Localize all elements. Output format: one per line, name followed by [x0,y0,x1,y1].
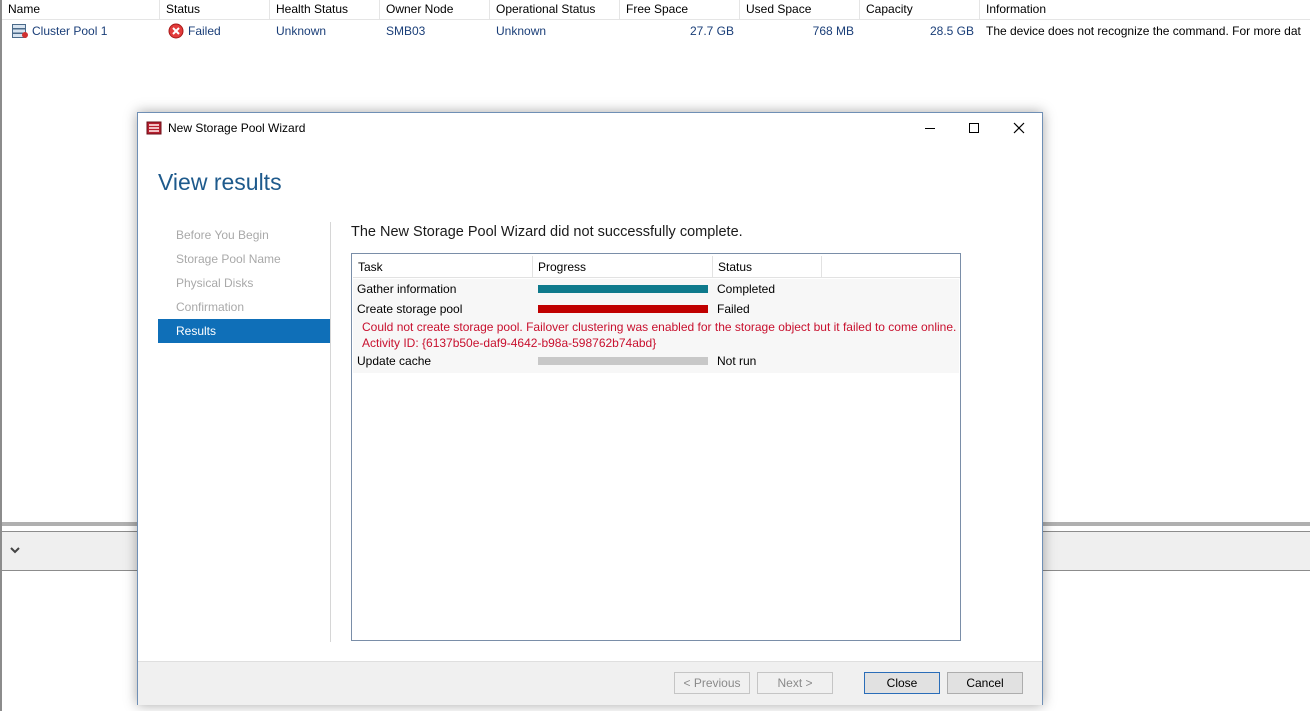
task-status: Not run [717,354,757,368]
task-status: Failed [717,302,750,316]
progress-bar-fill [538,357,708,365]
column-header-task[interactable]: Task [353,256,533,278]
pool-used-space: 768 MB [812,24,854,38]
progress-bar [538,285,708,293]
title-bar[interactable]: New Storage Pool Wizard [138,113,1042,143]
close-icon [1013,122,1025,134]
activity-id: Activity ID: {6137b50e-daf9-4642-b98a-59… [362,336,657,350]
pool-capacity: 28.5 GB [929,24,974,38]
column-header-filler [822,256,960,278]
task-name: Gather information [357,282,457,296]
new-storage-pool-wizard-dialog: New Storage Pool Wizard View results Bef… [137,112,1043,705]
progress-bar-fill [538,305,708,313]
close-button[interactable]: Close [864,672,940,694]
column-header-name[interactable]: Name [2,0,160,19]
pool-information: The device does not recognize the comman… [986,24,1301,38]
window-left-border [0,0,2,711]
list-header: Name Status Health Status Owner Node Ope… [2,0,1310,20]
task-row[interactable]: Create storage pool Failed [353,299,959,319]
pool-name: Cluster Pool 1 [32,24,108,38]
column-header-health-status[interactable]: Health Status [270,0,380,19]
next-button[interactable]: Next > [757,672,833,694]
wizard-nav: Before You Begin Storage Pool Name Physi… [158,223,330,343]
minimize-icon [925,128,935,129]
column-header-status[interactable]: Status [713,256,822,278]
column-header-information[interactable]: Information [980,0,1310,19]
progress-bar-fill [538,285,708,293]
error-message: Could not create storage pool. Failover … [362,320,957,334]
column-header-capacity[interactable]: Capacity [860,0,980,19]
result-heading: The New Storage Pool Wizard did not succ… [351,224,743,240]
maximize-button[interactable] [951,113,997,143]
progress-bar [538,357,708,365]
chevron-down-icon[interactable] [9,544,21,556]
progress-bar [538,305,708,313]
pool-free-space: 27.7 GB [689,24,734,38]
task-row[interactable]: Update cache Not run [353,351,959,371]
nav-item-confirmation: Confirmation [176,300,245,314]
pool-operational-status: Unknown [496,24,547,38]
storage-pool-app-icon [146,121,162,135]
column-header-status[interactable]: Status [160,0,270,19]
column-header-free-space[interactable]: Free Space [620,0,740,19]
pool-health-status: Unknown [276,24,327,38]
minimize-button[interactable] [907,113,953,143]
nav-item-physical-disks: Physical Disks [176,276,254,290]
task-status: Completed [717,282,776,296]
task-name: Update cache [357,354,432,368]
column-header-progress[interactable]: Progress [533,256,713,278]
nav-item-storage-pool-name: Storage Pool Name [176,252,281,266]
nav-item-before-you-begin: Before You Begin [176,228,269,242]
results-table: Task Progress Status Gather information … [351,253,961,641]
column-header-operational-status[interactable]: Operational Status [490,0,620,19]
maximize-icon [969,123,979,133]
nav-divider [330,222,331,642]
task-row[interactable]: Gather information Completed [353,279,959,299]
nav-item-results[interactable]: Results [158,319,330,343]
dialog-title: New Storage Pool Wizard [168,121,306,135]
column-header-used-space[interactable]: Used Space [740,0,860,19]
task-name: Create storage pool [357,302,463,316]
pool-status: Failed [188,24,221,38]
table-row[interactable]: Cluster Pool 1 Failed Unknown SMB03 Unkn… [2,20,1310,42]
column-header-owner-node[interactable]: Owner Node [380,0,490,19]
cancel-button[interactable]: Cancel [947,672,1023,694]
close-window-button[interactable] [996,113,1042,143]
pool-owner-node: SMB03 [386,24,426,38]
page-title: View results [158,169,282,195]
previous-button[interactable]: < Previous [674,672,750,694]
